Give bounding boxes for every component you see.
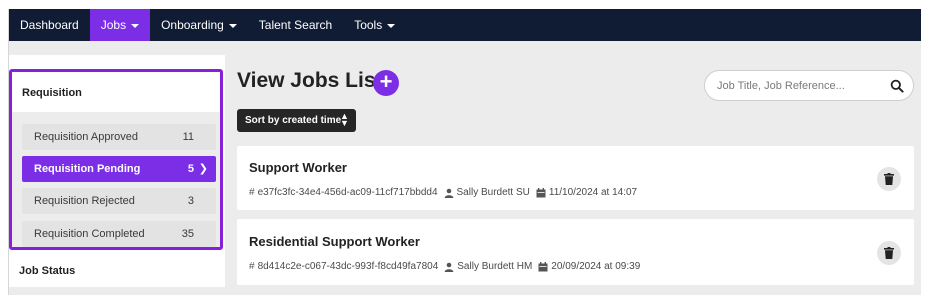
user-icon bbox=[444, 188, 453, 198]
job-owner: Sally Burdett SU bbox=[456, 187, 530, 198]
requisition-completed-item[interactable]: Requisition Completed 35 bbox=[22, 221, 216, 247]
requisition-panel: Requisition Requisition Approved 11 Requ… bbox=[9, 69, 223, 250]
calendar-icon bbox=[538, 261, 548, 271]
job-reference: 8d414c2e-c067-43dc-993f-f8cd49fa7804 bbox=[257, 261, 439, 272]
trash-icon bbox=[884, 173, 894, 185]
sidebar-divider bbox=[9, 287, 225, 295]
job-created-date: 11/10/2024 at 14:07 bbox=[548, 187, 638, 198]
delete-job-button[interactable] bbox=[877, 241, 901, 265]
job-created-date: 20/09/2024 at 09:39 bbox=[551, 261, 641, 272]
nav-talent-search-label: Talent Search bbox=[258, 18, 333, 32]
job-title: Support Worker bbox=[249, 160, 347, 175]
job-owner: Sally Burdett HM bbox=[457, 261, 533, 272]
job-status-title: Job Status bbox=[19, 265, 76, 277]
hash-icon: # bbox=[249, 261, 255, 272]
plus-icon: + bbox=[379, 69, 393, 94]
sort-icon: ▲ ▼ bbox=[340, 111, 349, 128]
nav-tools-label: Tools bbox=[354, 18, 383, 32]
requisition-approved-item[interactable]: Requisition Approved 11 bbox=[22, 124, 216, 150]
requisition-title: Requisition bbox=[22, 87, 82, 99]
nav-jobs[interactable]: Jobs bbox=[89, 9, 151, 41]
requisition-pending-item[interactable]: Requisition Pending 5 ❯ bbox=[22, 156, 216, 182]
job-reference: e37fc3fc-34e4-456d-ac09-11cf717bbdd4 bbox=[257, 187, 438, 198]
nav-jobs-label: Jobs bbox=[100, 18, 127, 32]
filter-sidebar: Requisition Requisition Approved 11 Requ… bbox=[9, 55, 225, 295]
item-count: 11 bbox=[182, 131, 194, 143]
item-label: Requisition Pending bbox=[34, 163, 141, 175]
job-title: Residential Support Worker bbox=[249, 234, 420, 249]
calendar-icon bbox=[536, 187, 546, 197]
app-frame: Dashboard Jobs Onboarding Talent Search … bbox=[8, 9, 921, 295]
delete-job-button[interactable] bbox=[877, 167, 901, 191]
caret-down-icon bbox=[228, 23, 237, 28]
search-icon[interactable] bbox=[890, 79, 904, 93]
caret-down-icon bbox=[387, 23, 396, 28]
requisition-rejected-item[interactable]: Requisition Rejected 3 bbox=[22, 188, 216, 214]
sort-label: Sort by created time bbox=[245, 115, 342, 126]
nav-talent-search[interactable]: Talent Search bbox=[248, 9, 343, 41]
trash-icon bbox=[884, 247, 894, 259]
item-count: 35 bbox=[181, 228, 194, 240]
chevron-right-icon: ❯ bbox=[198, 163, 208, 175]
user-icon bbox=[444, 262, 454, 272]
item-label: Requisition Rejected bbox=[34, 195, 135, 207]
job-meta: # 8d414c2e-c067-43dc-993f-f8cd49fa7804 S… bbox=[249, 261, 640, 272]
sort-dropdown-button[interactable]: Sort by created time ▲ ▼ bbox=[237, 109, 356, 132]
add-job-button[interactable]: + bbox=[373, 70, 399, 96]
requisition-header: Requisition bbox=[12, 72, 220, 112]
search-input[interactable] bbox=[717, 78, 877, 94]
nav-tools[interactable]: Tools bbox=[343, 9, 406, 41]
caret-down-icon bbox=[131, 23, 140, 28]
top-nav: Dashboard Jobs Onboarding Talent Search … bbox=[9, 9, 921, 41]
job-meta: # e37fc3fc-34e4-456d-ac09-11cf717bbdd4 S… bbox=[249, 187, 637, 198]
nav-onboarding-label: Onboarding bbox=[161, 18, 224, 32]
job-search bbox=[704, 70, 914, 101]
job-card[interactable]: Support Worker # e37fc3fc-34e4-456d-ac09… bbox=[237, 146, 914, 210]
item-count: 5 bbox=[187, 163, 194, 175]
nav-dashboard-label: Dashboard bbox=[20, 18, 79, 32]
item-label: Requisition Approved bbox=[34, 131, 138, 143]
item-count: 3 bbox=[187, 195, 194, 207]
hash-icon: # bbox=[249, 187, 255, 198]
nav-dashboard[interactable]: Dashboard bbox=[9, 9, 90, 41]
nav-onboarding[interactable]: Onboarding bbox=[150, 9, 248, 41]
item-label: Requisition Completed bbox=[34, 228, 145, 240]
page-title: View Jobs List bbox=[237, 69, 383, 92]
job-card[interactable]: Residential Support Worker # 8d414c2e-c0… bbox=[237, 219, 914, 285]
